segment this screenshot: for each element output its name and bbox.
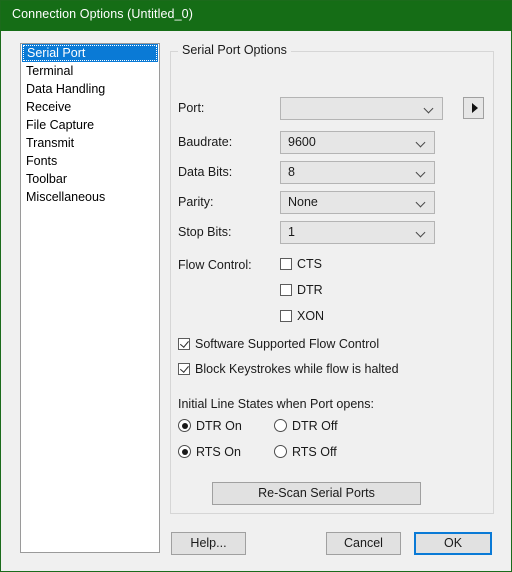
radio-checked-icon [178,445,191,458]
chevron-down-icon [425,105,434,114]
parity-combobox[interactable]: None [280,191,435,214]
ok-button[interactable]: OK [414,532,492,555]
sidebar-item-transmit[interactable]: Transmit [21,134,159,152]
cancel-button[interactable]: Cancel [326,532,401,555]
stop-bits-value: 1 [288,225,295,239]
baudrate-combobox[interactable]: 9600 [280,131,435,154]
category-listbox[interactable]: Serial Port Terminal Data Handling Recei… [20,43,160,553]
rts-on-label: RTS On [196,445,241,459]
rescan-serial-ports-label: Re-Scan Serial Ports [258,486,375,500]
software-supported-flow-control-checkbox[interactable]: Software Supported Flow Control [178,337,379,351]
data-bits-label: Data Bits: [178,165,233,179]
chevron-down-icon [417,199,426,208]
port-combobox[interactable] [280,97,443,120]
sidebar-item-data-handling[interactable]: Data Handling [21,80,159,98]
sidebar-item-receive[interactable]: Receive [21,98,159,116]
checkbox-icon [280,284,292,296]
data-bits-value: 8 [288,165,295,179]
chevron-down-icon [417,139,426,148]
stop-bits-combobox[interactable]: 1 [280,221,435,244]
sidebar-item-fonts[interactable]: Fonts [21,152,159,170]
sidebar-item-terminal[interactable]: Terminal [21,62,159,80]
chevron-down-icon [417,169,426,178]
sidebar-item-file-capture[interactable]: File Capture [21,116,159,134]
flow-control-xon-label: XON [297,309,325,323]
port-expand-button[interactable] [463,97,484,119]
flow-control-label: Flow Control: [178,258,252,272]
flow-control-xon-checkbox[interactable]: XON [280,309,324,323]
block-keystrokes-checkbox[interactable]: Block Keystrokes while flow is halted [178,362,399,376]
rts-off-label: RTS Off [292,445,337,459]
window-title: Connection Options (Untitled_0) [12,7,193,21]
right-triangle-icon [472,103,478,113]
dtr-on-label: DTR On [196,419,242,433]
sidebar-item-miscellaneous[interactable]: Miscellaneous [21,188,159,206]
checkbox-icon [280,310,292,322]
flow-control-cts-label: CTS [297,257,322,271]
help-button-label: Help... [190,536,227,550]
data-bits-combobox[interactable]: 8 [280,161,435,184]
parity-label: Parity: [178,195,214,209]
baudrate-label: Baudrate: [178,135,233,149]
flow-control-dtr-checkbox[interactable]: DTR [280,283,323,297]
title-bar: Connection Options (Untitled_0) [1,1,511,31]
serial-port-options-legend: Serial Port Options [178,43,291,57]
rts-on-radio[interactable]: RTS On [178,445,241,459]
cancel-button-label: Cancel [344,536,383,550]
dtr-off-radio[interactable]: DTR Off [274,419,338,433]
help-button[interactable]: Help... [171,532,246,555]
radio-icon [274,445,287,458]
parity-value: None [288,195,318,209]
initial-line-states-title: Initial Line States when Port opens: [178,397,374,411]
port-label: Port: [178,101,205,115]
stop-bits-label: Stop Bits: [178,225,232,239]
dtr-on-radio[interactable]: DTR On [178,419,242,433]
checkbox-checked-icon [178,363,190,375]
block-keystrokes-label: Block Keystrokes while flow is halted [195,362,399,376]
rts-off-radio[interactable]: RTS Off [274,445,337,459]
checkbox-icon [280,258,292,270]
radio-checked-icon [178,419,191,432]
sidebar-item-toolbar[interactable]: Toolbar [21,170,159,188]
dtr-off-label: DTR Off [292,419,338,433]
flow-control-cts-checkbox[interactable]: CTS [280,257,322,271]
chevron-down-icon [417,229,426,238]
software-supported-flow-control-label: Software Supported Flow Control [195,337,380,351]
connection-options-dialog: Connection Options (Untitled_0) Serial P… [0,0,512,572]
radio-icon [274,419,287,432]
flow-control-dtr-label: DTR [297,283,323,297]
sidebar-item-serial-port[interactable]: Serial Port [22,44,158,62]
dialog-client-area: Serial Port Terminal Data Handling Recei… [2,31,511,571]
baudrate-value: 9600 [288,135,316,149]
rescan-serial-ports-button[interactable]: Re-Scan Serial Ports [212,482,421,505]
checkbox-checked-icon [178,338,190,350]
ok-button-label: OK [443,536,463,550]
